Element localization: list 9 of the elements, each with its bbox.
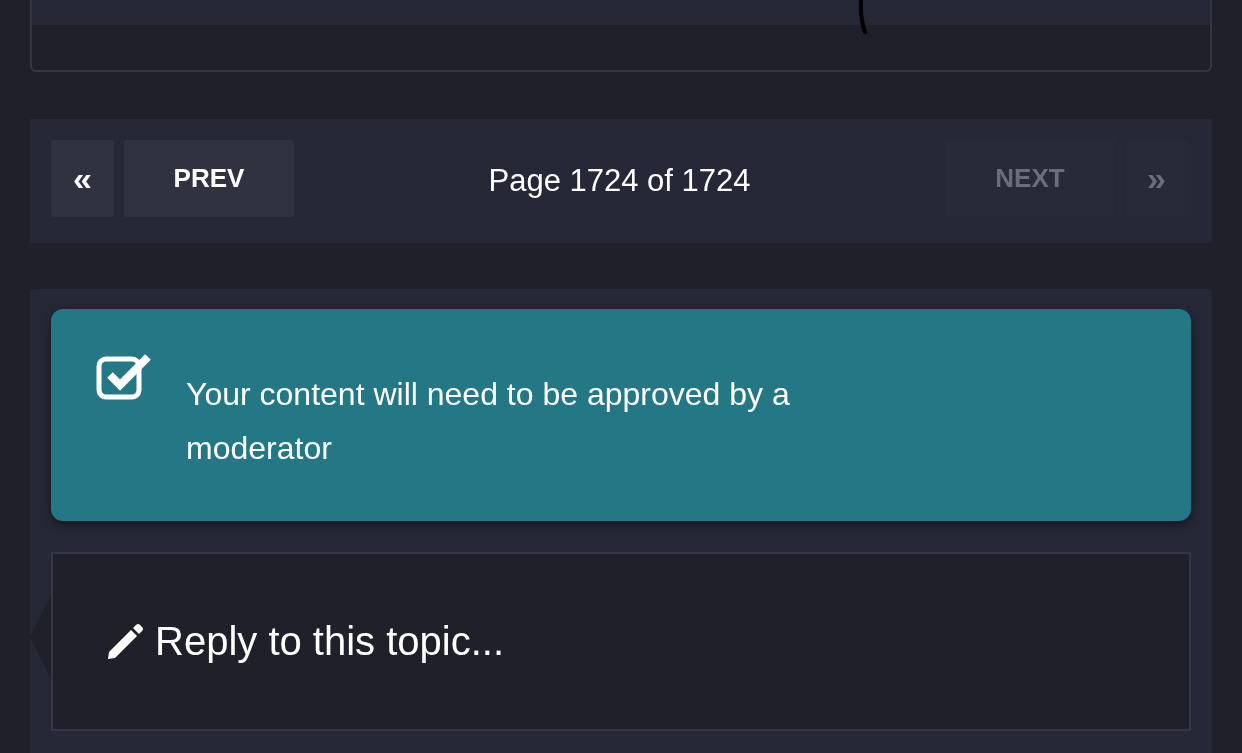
reply-prompt[interactable]: Reply to this topic...	[105, 619, 505, 664]
pencil-icon	[105, 621, 145, 662]
first-page-button[interactable]: «	[51, 139, 114, 217]
reply-editor[interactable]: Reply to this topic...	[51, 552, 1191, 731]
pen-stroke-drawing	[858, 0, 870, 34]
page-status: Page 1724 of 1724	[487, 163, 752, 199]
checkbox-icon	[96, 353, 152, 401]
prev-button[interactable]: PREV	[124, 139, 294, 217]
notice-text: Your content will need to be approved by a moderator	[186, 375, 791, 468]
